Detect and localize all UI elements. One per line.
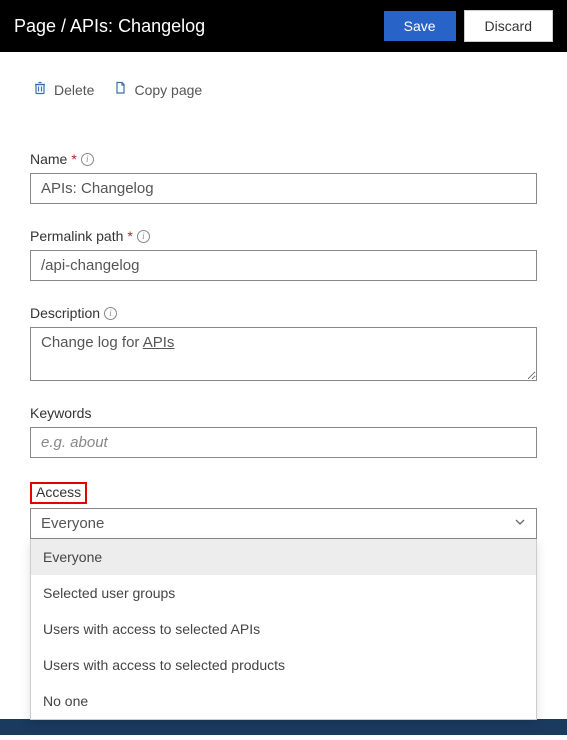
- keywords-field: Keywords: [30, 405, 537, 458]
- delete-label: Delete: [54, 82, 94, 98]
- description-text-underlined: APIs: [143, 334, 175, 351]
- description-field: Description i Change log for APIs: [30, 305, 537, 381]
- chevron-down-icon: [514, 515, 526, 532]
- form: Name * i Permalink path * i Description …: [0, 107, 567, 539]
- access-select: Everyone Everyone Selected user groups U…: [30, 508, 537, 539]
- description-text-prefix: Change log for: [41, 334, 143, 351]
- name-label-row: Name * i: [30, 151, 537, 167]
- keywords-label: Keywords: [30, 405, 91, 421]
- permalink-field: Permalink path * i: [30, 228, 537, 281]
- name-label: Name: [30, 151, 67, 167]
- footer-bar: [0, 719, 567, 735]
- access-select-display[interactable]: Everyone: [30, 508, 537, 539]
- page-title: Page / APIs: Changelog: [14, 16, 376, 37]
- info-icon[interactable]: i: [137, 230, 150, 243]
- description-label: Description: [30, 305, 100, 321]
- access-option[interactable]: Users with access to selected products: [31, 647, 536, 683]
- delete-button[interactable]: Delete: [32, 80, 94, 99]
- copy-page-button[interactable]: Copy page: [112, 80, 202, 99]
- info-icon[interactable]: i: [81, 153, 94, 166]
- required-marker: *: [127, 228, 132, 244]
- access-field: Access Everyone Everyone Selected user g…: [30, 482, 537, 539]
- keywords-input[interactable]: [30, 427, 537, 458]
- permalink-label: Permalink path: [30, 228, 123, 244]
- access-label-highlight: Access: [30, 482, 87, 504]
- info-icon[interactable]: i: [104, 307, 117, 320]
- keywords-label-row: Keywords: [30, 405, 537, 421]
- save-button[interactable]: Save: [384, 11, 456, 41]
- name-field: Name * i: [30, 151, 537, 204]
- header-bar: Page / APIs: Changelog Save Discard: [0, 0, 567, 52]
- permalink-input[interactable]: [30, 250, 537, 281]
- required-marker: *: [71, 151, 76, 167]
- toolbar: Delete Copy page: [0, 52, 567, 107]
- description-input[interactable]: Change log for APIs: [30, 327, 537, 381]
- access-selected-value: Everyone: [41, 515, 104, 532]
- copy-label: Copy page: [134, 82, 202, 98]
- access-option[interactable]: Everyone: [31, 539, 536, 575]
- discard-button[interactable]: Discard: [464, 10, 553, 42]
- name-input[interactable]: [30, 173, 537, 204]
- access-dropdown: Everyone Selected user groups Users with…: [30, 539, 537, 720]
- copy-icon: [112, 80, 128, 99]
- access-option[interactable]: No one: [31, 683, 536, 719]
- access-label: Access: [36, 484, 81, 500]
- access-option[interactable]: Selected user groups: [31, 575, 536, 611]
- access-option[interactable]: Users with access to selected APIs: [31, 611, 536, 647]
- trash-icon: [32, 80, 48, 99]
- permalink-label-row: Permalink path * i: [30, 228, 537, 244]
- description-label-row: Description i: [30, 305, 537, 321]
